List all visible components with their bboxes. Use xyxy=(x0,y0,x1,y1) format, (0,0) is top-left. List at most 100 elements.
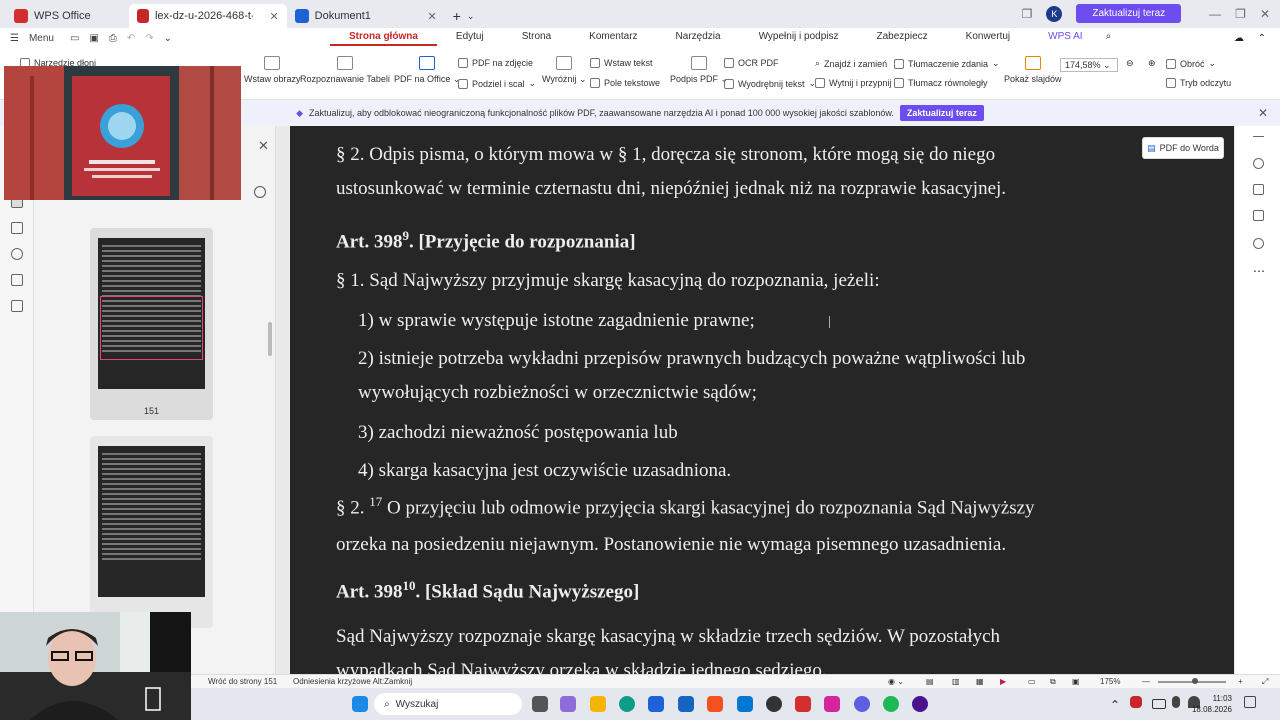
split-merge-button[interactable]: Podziel i scal ⌄ xyxy=(458,78,536,89)
pdf-to-office-button[interactable]: PDF na Office ⌄ xyxy=(394,56,460,85)
tab-tools[interactable]: Narzędzia xyxy=(657,31,740,46)
notifications-icon[interactable] xyxy=(1244,696,1256,708)
window-icon[interactable]: ❐ xyxy=(1022,7,1033,21)
battery-icon[interactable] xyxy=(1152,699,1166,709)
task-view-icon[interactable] xyxy=(532,696,548,712)
browser-icon[interactable] xyxy=(678,696,694,712)
pdf-to-image-button[interactable]: PDF na zdjęcie xyxy=(458,58,533,68)
tab-wps-ai[interactable]: WPS AI xyxy=(1029,31,1101,46)
zoom-input[interactable]: 174,58% ⌄ xyxy=(1060,58,1118,72)
tab-comment[interactable]: Komentarz xyxy=(570,31,656,46)
attachment-icon[interactable] xyxy=(11,248,23,260)
copilot-icon[interactable] xyxy=(560,696,576,712)
zoom-slider-knob[interactable] xyxy=(1192,678,1198,684)
cloud-icon[interactable]: ☁ xyxy=(1234,33,1244,44)
two-page-icon[interactable]: ▦ xyxy=(976,677,984,686)
file-explorer-icon[interactable] xyxy=(590,696,606,712)
save-icon[interactable]: ▣ xyxy=(89,33,98,44)
back-to-page-link[interactable]: Wróć do strony 151 xyxy=(208,677,277,686)
search-icon[interactable]: ⌕ xyxy=(1102,31,1112,46)
avatar[interactable]: K xyxy=(1046,5,1063,22)
insert-images-button[interactable]: Wstaw obrazy xyxy=(244,56,301,84)
slideshow-button[interactable]: Pokaż slajdów xyxy=(1004,56,1062,84)
sign-pdf-button[interactable]: Podpis PDF ⌄ xyxy=(670,56,728,85)
settings-icon[interactable] xyxy=(1253,210,1264,221)
folder-icon[interactable]: ▭ xyxy=(70,33,79,44)
windows-start-icon[interactable] xyxy=(352,696,368,712)
read-icon[interactable]: ▣ xyxy=(1072,677,1080,686)
read-mode-button[interactable]: Tryb odczytu xyxy=(1166,78,1231,88)
translate-sentence-button[interactable]: Tłumaczenie zdania ⌄ xyxy=(894,58,1000,69)
page-thumbnail[interactable]: 152 xyxy=(90,436,213,628)
zoom-icon[interactable] xyxy=(254,186,266,198)
taskbar-search[interactable]: ⌕ Wyszukaj xyxy=(374,693,522,715)
clock[interactable]: 11:03 18.08.2026 xyxy=(1192,693,1232,715)
minimize-icon[interactable]: — xyxy=(1209,7,1221,21)
instagram-icon[interactable] xyxy=(824,696,840,712)
continuous-icon[interactable]: ▥ xyxy=(952,677,960,686)
text-field-button[interactable]: Pole tekstowe xyxy=(590,78,660,88)
redo-icon[interactable]: ↷ xyxy=(145,33,153,44)
signature-icon[interactable] xyxy=(11,274,23,286)
fullscreen-icon[interactable]: ⤢ xyxy=(1262,677,1268,687)
close-icon[interactable]: ✕ xyxy=(269,10,278,23)
pdf-to-word-button[interactable]: ▤ PDF do Worda xyxy=(1142,137,1224,159)
highlight-button[interactable]: Wyróżnij ⌄ xyxy=(542,56,586,85)
zoom-out-icon[interactable]: ⊖ xyxy=(1126,58,1134,69)
spotify-icon[interactable] xyxy=(883,696,899,712)
translate-icon[interactable] xyxy=(1253,184,1264,195)
messenger-icon[interactable] xyxy=(854,696,870,712)
print-icon[interactable]: ⎙ xyxy=(109,33,117,44)
table-recognition-button[interactable]: Rozpoznawanie Tabeli xyxy=(300,56,390,84)
app-tray-icon[interactable] xyxy=(1130,696,1142,708)
tab-wps-office[interactable]: WPS Office xyxy=(6,4,99,28)
edge-icon[interactable] xyxy=(619,696,635,712)
page-thumbnail[interactable]: 151 xyxy=(90,228,213,420)
notification-upgrade-button[interactable]: Zaktualizuj teraz xyxy=(899,105,984,121)
new-tab-button[interactable]: + ⌄ xyxy=(445,4,483,28)
zoom-in-icon[interactable]: ⊕ xyxy=(1148,58,1156,69)
parallel-translator-button[interactable]: Tłumacz równoległy xyxy=(894,78,988,88)
close-icon[interactable]: ✕ xyxy=(427,10,436,23)
zoom-in-icon[interactable]: + xyxy=(1238,677,1243,686)
eye-icon[interactable]: ◉ ⌄ xyxy=(888,677,904,686)
tab-home[interactable]: Strona główna xyxy=(330,31,437,46)
fit-page-icon[interactable]: ⧉ xyxy=(1050,677,1056,687)
chevron-up-icon[interactable]: ⌃ xyxy=(1110,698,1120,712)
wps-icon[interactable] xyxy=(795,696,811,712)
menu-button[interactable]: Menu xyxy=(29,33,54,44)
mail-icon[interactable] xyxy=(648,696,664,712)
undo-icon[interactable]: ↶ xyxy=(127,33,135,44)
tab-protect[interactable]: Zabezpiecz xyxy=(858,31,947,46)
single-page-icon[interactable]: ▤ xyxy=(926,677,934,686)
tab-edit[interactable]: Edytuj xyxy=(437,31,503,46)
document-viewport[interactable]: § 2. Odpis pisma, o którym mowa w § 1, d… xyxy=(276,126,1234,674)
tab-fill-sign[interactable]: Wypełnij i podpisz xyxy=(740,31,858,46)
chevron-down-icon[interactable]: ⌄ xyxy=(164,33,172,44)
slideshow-icon[interactable]: ▶ xyxy=(1000,677,1006,686)
maximize-icon[interactable]: ❐ xyxy=(1235,7,1246,21)
more-icon[interactable]: ⋯ xyxy=(1253,264,1265,278)
layers-icon[interactable] xyxy=(11,300,23,312)
brave-icon[interactable] xyxy=(707,696,723,712)
tab-pdf-document[interactable]: lex-dz-u-2026-468-t-j-kodeks-po ✕ xyxy=(128,4,287,28)
hamburger-icon[interactable]: ☰ xyxy=(10,33,19,44)
close-icon[interactable]: ✕ xyxy=(258,138,269,154)
insert-text-button[interactable]: Wstaw tekst xyxy=(590,58,653,68)
minus-icon[interactable] xyxy=(1253,136,1264,137)
tab-convert[interactable]: Konwertuj xyxy=(947,31,1029,46)
tab-page[interactable]: Strona xyxy=(503,31,570,46)
comment-icon[interactable] xyxy=(11,222,23,234)
media-player-icon[interactable] xyxy=(912,696,928,712)
find-replace-button[interactable]: ⌕ Znajdź i zamień xyxy=(815,58,887,69)
outlook-icon[interactable] xyxy=(737,696,753,712)
fit-width-icon[interactable]: ▭ xyxy=(1028,677,1036,686)
pane-splitter[interactable] xyxy=(268,322,272,356)
microphone-icon[interactable] xyxy=(1172,696,1180,708)
close-icon[interactable]: ✕ xyxy=(1258,106,1268,120)
help-icon[interactable] xyxy=(1253,238,1264,249)
rotate-button[interactable]: Obróć ⌄ xyxy=(1166,58,1216,69)
ocr-pdf-button[interactable]: OCR PDF xyxy=(724,58,779,68)
extract-text-button[interactable]: Wyodrębnij tekst ⌄ xyxy=(724,78,816,89)
zoom-out-icon[interactable]: — xyxy=(1142,677,1150,686)
